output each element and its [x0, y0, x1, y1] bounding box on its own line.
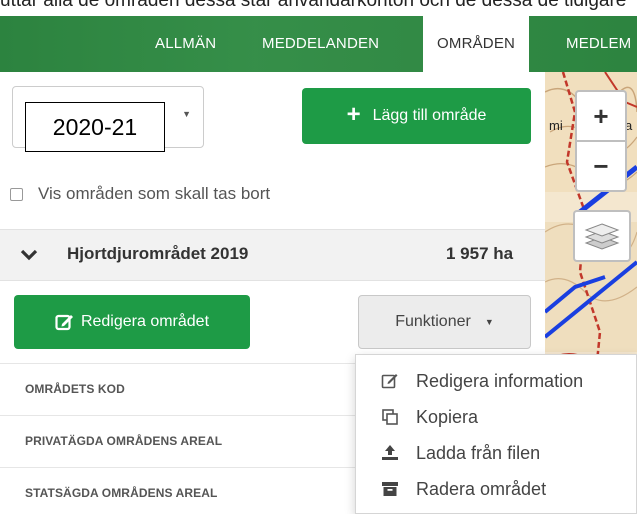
functions-dropdown-button[interactable]: Funktioner ▼ — [358, 295, 531, 349]
cropped-top-text-line: uttar alla de områden dessa står använda… — [0, 0, 627, 11]
show-deleted-areas-option[interactable]: Vis områden som skall tas bort — [10, 182, 270, 206]
tab-allman[interactable]: ALLMÄN — [155, 16, 216, 72]
menu-item-copy[interactable]: Kopiera — [380, 402, 478, 432]
tab-omraden[interactable]: OMRÅDEN — [423, 16, 530, 72]
info-row-label: STATSÄGDA OMRÅDENS AREAL — [25, 486, 218, 500]
chevron-down-icon — [20, 249, 38, 261]
edit-area-button-label: Redigera området — [80, 313, 210, 330]
show-deleted-areas-label: Vis områden som skall tas bort — [38, 184, 271, 203]
zoom-in-button[interactable]: + — [575, 90, 627, 142]
menu-item-label: Radera området — [416, 478, 547, 499]
plus-icon: + — [346, 100, 361, 128]
layers-icon — [584, 223, 620, 250]
copy-icon — [380, 407, 400, 427]
functions-menu: Redigera information Kopiera Ladda från … — [355, 354, 637, 514]
menu-item-label: Kopiera — [416, 406, 479, 427]
add-area-button-label: Lägg till område — [372, 107, 487, 124]
layers-button[interactable] — [573, 210, 631, 262]
info-row-label: PRIVATÄGDA OMRÅDENS AREAL — [25, 434, 223, 448]
archive-icon — [380, 479, 400, 499]
tab-meddelanden[interactable]: MEDDELANDEN — [262, 16, 379, 72]
edit-icon — [380, 371, 400, 391]
tab-medlem[interactable]: MEDLEM — [566, 16, 631, 72]
menu-item-edit-information[interactable]: Redigera information — [380, 366, 583, 396]
caret-down-icon: ▼ — [484, 317, 494, 327]
upload-icon — [380, 443, 400, 463]
top-navigation: ALLMÄN MEDDELANDEN OMRÅDEN MEDLEM — [0, 16, 637, 72]
menu-item-label: Ladda från filen — [416, 442, 541, 463]
add-area-button[interactable]: + Lägg till område — [302, 88, 531, 144]
area-header[interactable]: Hjortdjurområdet 2019 1 957 ha — [0, 229, 545, 281]
show-deleted-areas-checkbox[interactable] — [10, 187, 23, 201]
cropped-top-text: uttar alla de områden dessa står använda… — [0, 0, 637, 16]
edit-icon — [55, 314, 73, 331]
zoom-out-button[interactable]: − — [575, 140, 627, 192]
functions-button-label: Funktioner — [395, 313, 471, 330]
menu-item-load-from-file[interactable]: Ladda från filen — [380, 438, 540, 468]
menu-item-delete-area[interactable]: Radera området — [380, 474, 546, 504]
area-size: 1 957 ha — [446, 244, 514, 263]
area-name: Hjortdjurområdet 2019 — [67, 244, 249, 263]
select-caret-icon: ▼ — [182, 109, 191, 119]
info-row-label: OMRÅDETS KOD — [25, 382, 125, 396]
map-label-fragment: mi — [549, 118, 563, 133]
menu-item-label: Redigera information — [416, 370, 584, 391]
season-select-value: 2020-21 — [25, 102, 165, 152]
edit-area-button[interactable]: Redigera området — [14, 295, 250, 349]
